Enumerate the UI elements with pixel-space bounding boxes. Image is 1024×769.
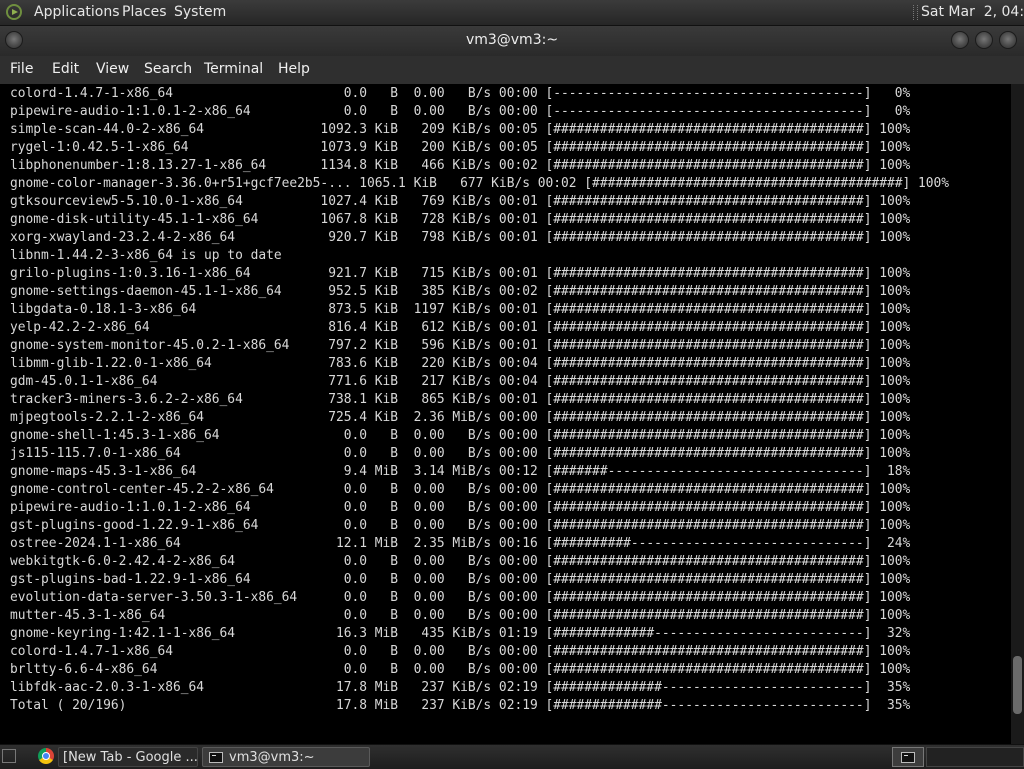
terminal-line: pipewire-audio-1:1.0.1-2-x86_64 0.0 B 0.… <box>10 104 911 119</box>
panel-separator <box>913 5 918 20</box>
terminal-line: gnome-keyring-1:42.1-1-x86_64 16.3 MiB 4… <box>10 626 911 641</box>
terminal-line: gnome-maps-45.3-1-x86_64 9.4 MiB 3.14 Mi… <box>10 464 911 479</box>
menu-search[interactable]: Search <box>144 61 192 77</box>
terminal-line: mjpegtools-2.2.1-2-x86_64 725.4 KiB 2.36… <box>10 410 911 425</box>
terminal-menubar: File Edit View Search Terminal Help <box>0 56 1024 84</box>
terminal-line: Total ( 20/196) 17.8 MiB 237 KiB/s 02:19… <box>10 698 911 713</box>
terminal-line: webkitgtk-6.0-2.42.4-2-x86_64 0.0 B 0.00… <box>10 554 911 569</box>
workspace-1[interactable] <box>892 747 924 767</box>
terminal-line: xorg-xwayland-23.2.4-2-x86_64 920.7 KiB … <box>10 230 911 245</box>
top-panel: Applications Places System Sat Mar 2, 04… <box>0 0 1024 26</box>
terminal-line: gst-plugins-good-1.22.9-1-x86_64 0.0 B 0… <box>10 518 911 533</box>
terminal-line: js115-115.7.0-1-x86_64 0.0 B 0.00 B/s 00… <box>10 446 911 461</box>
terminal-line: brltty-6.6-4-x86_64 0.0 B 0.00 B/s 00:00… <box>10 662 911 677</box>
menu-places[interactable]: Places <box>122 0 167 25</box>
window-titlebar[interactable]: vm3@vm3:~ <box>0 26 1024 56</box>
terminal-line: libfdk-aac-2.0.3-1-x86_64 17.8 MiB 237 K… <box>10 680 911 695</box>
distro-logo-icon[interactable] <box>6 4 22 20</box>
terminal-icon <box>901 752 915 763</box>
terminal-line: rygel-1:0.42.5-1-x86_64 1073.9 KiB 200 K… <box>10 140 911 155</box>
terminal-line: grilo-plugins-1:0.3.16-1-x86_64 921.7 Ki… <box>10 266 911 281</box>
terminal-line: gst-plugins-bad-1.22.9-1-x86_64 0.0 B 0.… <box>10 572 911 587</box>
task-terminal[interactable]: vm3@vm3:~ <box>202 747 370 767</box>
terminal-line: libphonenumber-1:8.13.27-1-x86_64 1134.8… <box>10 158 911 173</box>
window-title: vm3@vm3:~ <box>465 32 559 48</box>
bottom-taskbar: [New Tab - Google ... vm3@vm3:~ <box>0 744 1024 769</box>
close-button[interactable] <box>999 31 1017 49</box>
menu-system[interactable]: System <box>174 0 226 25</box>
terminal-line: ostree-2024.1-1-x86_64 12.1 MiB 2.35 MiB… <box>10 536 911 551</box>
terminal-line: mutter-45.3-1-x86_64 0.0 B 0.00 B/s 00:0… <box>10 608 911 623</box>
task-label: vm3@vm3:~ <box>229 750 315 765</box>
terminal-line: gnome-shell-1:45.3-1-x86_64 0.0 B 0.00 B… <box>10 428 911 443</box>
workspace-switcher <box>892 747 1024 767</box>
menu-edit[interactable]: Edit <box>52 61 79 77</box>
terminal-line: pipewire-audio-1:1.0.1-2-x86_64 0.0 B 0.… <box>10 500 911 515</box>
terminal-line: gnome-settings-daemon-45.1-1-x86_64 952.… <box>10 284 911 299</box>
terminal-line: libgdata-0.18.1-3-x86_64 873.5 KiB 1197 … <box>10 302 911 317</box>
maximize-button[interactable] <box>975 31 993 49</box>
menu-help[interactable]: Help <box>278 61 310 77</box>
terminal-line: gnome-system-monitor-45.0.2-1-x86_64 797… <box>10 338 911 353</box>
menu-applications[interactable]: Applications <box>34 0 120 25</box>
menu-file[interactable]: File <box>10 61 33 77</box>
chrome-icon <box>38 748 54 764</box>
terminal-line: yelp-42.2-2-x86_64 816.4 KiB 612 KiB/s 0… <box>10 320 911 335</box>
terminal-line: libnm-1.44.2-3-x86_64 is up to date <box>10 248 282 263</box>
terminal-line: libmm-glib-1.22.0-1-x86_64 783.6 KiB 220… <box>10 356 911 371</box>
terminal-line: gnome-color-manager-3.36.0+r51+gcf7ee2b5… <box>10 176 950 191</box>
terminal-line: colord-1.4.7-1-x86_64 0.0 B 0.00 B/s 00:… <box>10 86 911 101</box>
show-desktop-icon[interactable] <box>2 749 16 763</box>
terminal-line: simple-scan-44.0-2-x86_64 1092.3 KiB 209… <box>10 122 911 137</box>
terminal-output[interactable]: colord-1.4.7-1-x86_64 0.0 B 0.00 B/s 00:… <box>0 84 1011 744</box>
terminal-line: evolution-data-server-3.50.3-1-x86_64 0.… <box>10 590 911 605</box>
menu-terminal[interactable]: Terminal <box>204 61 263 77</box>
menu-view[interactable]: View <box>96 61 129 77</box>
task-label: [New Tab - Google ... <box>63 750 198 765</box>
terminal-line: gnome-control-center-45.2-2-x86_64 0.0 B… <box>10 482 911 497</box>
terminal-line: gtksourceview5-5.10.0-1-x86_64 1027.4 Ki… <box>10 194 911 209</box>
minimize-button[interactable] <box>951 31 969 49</box>
terminal-line: gdm-45.0.1-1-x86_64 771.6 KiB 217 KiB/s … <box>10 374 911 389</box>
terminal-icon <box>209 752 223 763</box>
workspace-2[interactable] <box>926 747 1024 767</box>
terminal-line: gnome-disk-utility-45.1-1-x86_64 1067.8 … <box>10 212 911 227</box>
terminal-line: colord-1.4.7-1-x86_64 0.0 B 0.00 B/s 00:… <box>10 644 911 659</box>
scrollbar-thumb[interactable] <box>1013 656 1022 714</box>
terminal-line: tracker3-miners-3.6.2-2-x86_64 738.1 KiB… <box>10 392 911 407</box>
clock[interactable]: Sat Mar 2, 04:23 <box>921 0 1024 25</box>
task-chrome[interactable]: [New Tab - Google ... <box>58 747 198 767</box>
terminal-scrollbar[interactable] <box>1011 84 1024 744</box>
